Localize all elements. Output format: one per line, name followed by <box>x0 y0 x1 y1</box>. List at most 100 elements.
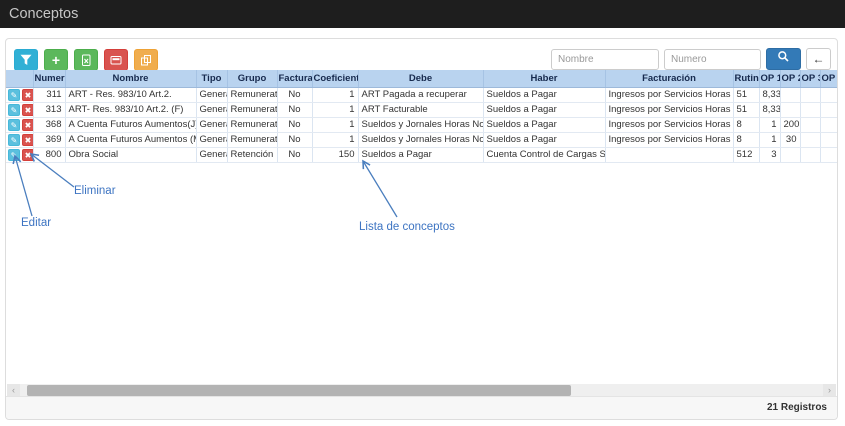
table-row: ✎✖ 369 A Cuenta Futuros Aumentos (M) Gen… <box>6 132 837 147</box>
edit-button[interactable]: ✎ <box>8 119 20 131</box>
cell-op1: 8,33 <box>759 87 780 102</box>
numero-search-input[interactable] <box>664 49 761 70</box>
cell-facturacion: Ingresos por Servicios Horas Normales <box>605 117 733 132</box>
cell-tipo: General <box>196 147 227 162</box>
col-coeficiente: Coeficiente <box>312 70 358 87</box>
cell-grupo: Remunerativos <box>227 132 277 147</box>
edit-button[interactable]: ✎ <box>8 104 20 116</box>
cell-op2: 200 <box>780 117 800 132</box>
excel-file-icon <box>80 54 92 66</box>
cell-op4 <box>820 87 837 102</box>
cell-facturable: No <box>277 87 312 102</box>
pencil-icon: ✎ <box>11 91 18 100</box>
cell-haber: Sueldos a Pagar <box>483 117 605 132</box>
cell-grupo: Remunerativos <box>227 117 277 132</box>
export-pdf-button[interactable] <box>104 49 128 71</box>
scrollbar-thumb[interactable] <box>27 385 571 396</box>
delete-button[interactable]: ✖ <box>22 104 33 116</box>
cell-op3 <box>800 117 820 132</box>
cell-coeficiente: 1 <box>312 132 358 147</box>
cell-op4 <box>820 102 837 117</box>
chevron-left-icon: ‹ <box>12 385 15 395</box>
copy-button[interactable] <box>134 49 158 71</box>
cell-coeficiente: 1 <box>312 117 358 132</box>
cell-tipo: General <box>196 102 227 117</box>
table-header-row: Numero Nombre Tipo Grupo Facturable Coef… <box>6 70 837 87</box>
back-button[interactable]: ← <box>806 48 831 70</box>
arrow-left-icon: ← <box>813 52 825 66</box>
cell-op2: 30 <box>780 132 800 147</box>
funnel-icon <box>20 54 32 66</box>
table-row: ✎✖ 311 ART - Res. 983/10 Art.2. General … <box>6 87 837 102</box>
cell-tipo: General <box>196 132 227 147</box>
cell-op4 <box>820 132 837 147</box>
edit-button[interactable]: ✎ <box>8 89 20 101</box>
conceptos-table-wrap: Numero Nombre Tipo Grupo Facturable Coef… <box>6 70 837 163</box>
cell-numero: 311 <box>33 87 65 102</box>
col-nombre: Nombre <box>65 70 196 87</box>
cell-rutina: 512 <box>733 147 759 162</box>
page-title: Conceptos <box>0 0 845 28</box>
pencil-icon: ✎ <box>11 106 18 115</box>
col-tipo: Tipo <box>196 70 227 87</box>
delete-button[interactable]: ✖ <box>22 149 33 161</box>
edit-button[interactable]: ✎ <box>8 149 20 161</box>
cell-grupo: Retención <box>227 147 277 162</box>
records-count: 21 Registros <box>6 396 837 419</box>
cell-nombre: ART - Res. 983/10 Art.2. <box>65 87 196 102</box>
search-icon <box>777 50 790 68</box>
cell-nombre: Obra Social <box>65 147 196 162</box>
cell-tipo: General <box>196 87 227 102</box>
table-row: ✎✖ 800 Obra Social General Retención No … <box>6 147 837 162</box>
pencil-icon: ✎ <box>11 136 18 145</box>
col-haber: Haber <box>483 70 605 87</box>
delete-button[interactable]: ✖ <box>22 134 33 146</box>
delete-x-icon: ✖ <box>25 106 32 115</box>
delete-button[interactable]: ✖ <box>22 89 33 101</box>
cell-coeficiente: 1 <box>312 102 358 117</box>
cell-rutina: 8 <box>733 132 759 147</box>
search-button[interactable] <box>766 48 801 70</box>
cell-coeficiente: 1 <box>312 87 358 102</box>
row-actions: ✎✖ <box>6 117 33 132</box>
cell-rutina: 51 <box>733 102 759 117</box>
cell-debe: Sueldos y Jornales Horas Normales <box>358 117 483 132</box>
delete-x-icon: ✖ <box>25 136 32 145</box>
cell-nombre: ART- Res. 983/10 Art.2. (F) <box>65 102 196 117</box>
col-numero: Numero <box>33 70 65 87</box>
cell-debe: Sueldos a Pagar <box>358 147 483 162</box>
col-rutina: Rutina <box>733 70 759 87</box>
chevron-right-icon: › <box>828 385 831 395</box>
cell-op2 <box>780 87 800 102</box>
cell-facturacion: Ingresos por Servicios Horas Normales <box>605 132 733 147</box>
cell-debe: Sueldos y Jornales Horas Normales <box>358 132 483 147</box>
cell-facturacion <box>605 147 733 162</box>
cell-op3 <box>800 147 820 162</box>
cell-debe: ART Facturable <box>358 102 483 117</box>
cell-numero: 369 <box>33 132 65 147</box>
col-op1: OP 1 <box>759 70 780 87</box>
cell-op4 <box>820 147 837 162</box>
cell-op2 <box>780 102 800 117</box>
cell-haber: Sueldos a Pagar <box>483 102 605 117</box>
add-button[interactable]: + <box>44 49 68 71</box>
export-excel-button[interactable] <box>74 49 98 71</box>
cell-facturable: No <box>277 132 312 147</box>
edit-button[interactable]: ✎ <box>8 134 20 146</box>
col-op2: OP 2 <box>780 70 800 87</box>
table-row: ✎✖ 313 ART- Res. 983/10 Art.2. (F) Gener… <box>6 102 837 117</box>
col-op3: OP 3 <box>800 70 820 87</box>
nombre-search-input[interactable] <box>551 49 659 70</box>
row-actions: ✎✖ <box>6 132 33 147</box>
table-row: ✎✖ 368 A Cuenta Futuros Aumentos(J) Gene… <box>6 117 837 132</box>
cell-op3 <box>800 102 820 117</box>
delete-x-icon: ✖ <box>25 91 32 100</box>
copy-icon <box>140 54 152 66</box>
toolbar: + <box>14 49 158 71</box>
delete-button[interactable]: ✖ <box>22 119 33 131</box>
row-actions: ✎✖ <box>6 87 33 102</box>
cell-haber: Sueldos a Pagar <box>483 132 605 147</box>
filter-button[interactable] <box>14 49 38 71</box>
cell-facturable: No <box>277 102 312 117</box>
cell-coeficiente: 150 <box>312 147 358 162</box>
